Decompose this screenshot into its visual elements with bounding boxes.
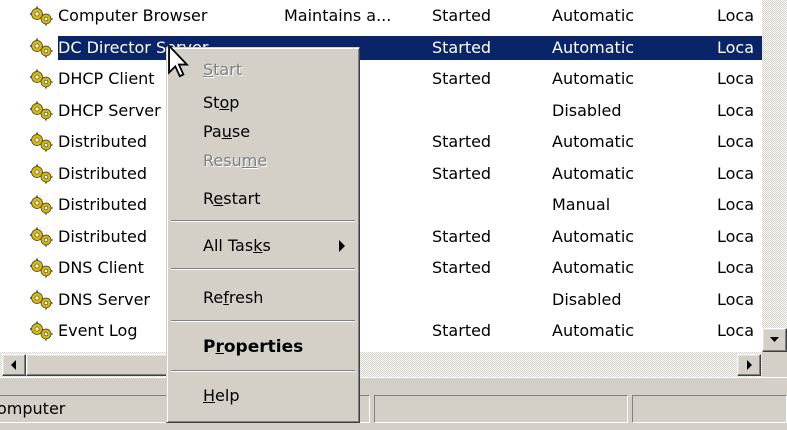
arrow-cursor-icon: [168, 44, 190, 78]
service-row[interactable]: Event Logent...StartedAutomaticLoca: [0, 317, 762, 345]
scroll-down-arrow-icon: [770, 337, 779, 342]
service-gear-icon: [30, 69, 53, 89]
service-row[interactable]: Computer Browser Maintains a... Started Aut…: [0, 2, 762, 30]
service-row[interactable]: Distributedte...StartedAutomaticLoca: [0, 223, 762, 251]
scroll-right-button[interactable]: [737, 354, 761, 376]
service-status: Started: [432, 226, 492, 246]
service-startup: Automatic: [552, 37, 635, 57]
service-logon: Loca: [717, 258, 755, 277]
service-row[interactable]: DNS Clients a...StartedAutomaticLoca: [0, 254, 762, 282]
service-gear-icon: [30, 195, 53, 215]
service-logon: Loca: [717, 163, 755, 183]
menu-separator: [171, 370, 355, 372]
scroll-down-button[interactable]: [762, 328, 787, 352]
vertical-scrollbar[interactable]: [762, 0, 787, 352]
service-gear-icon: [30, 227, 53, 246]
service-gear-icon: [30, 290, 53, 309]
service-status: Started: [432, 163, 492, 183]
service-startup: Disabled: [552, 289, 622, 309]
scroll-left-arrow-icon: [11, 360, 16, 370]
service-startup: Automatic: [552, 226, 635, 246]
service-row[interactable]: DC Director Server Started Automatic Loca: [0, 34, 762, 62]
service-gear-icon: [30, 321, 53, 341]
menu-item-properties[interactable]: Properties: [203, 337, 303, 357]
menu-separator: [171, 320, 355, 322]
service-logon: Loca: [717, 6, 755, 25]
service-startup: Automatic: [552, 69, 635, 88]
service-gear-icon: [30, 258, 53, 278]
service-gear-icon: [30, 132, 53, 152]
service-startup: Manual: [552, 195, 611, 214]
service-startup: Automatic: [552, 321, 635, 340]
menu-separator: [171, 220, 355, 222]
service-row[interactable]: DNS Serverq...DisabledLoca: [0, 286, 762, 314]
service-row[interactable]: Distributeds lo...StartedAutomaticLoca: [0, 128, 762, 156]
menu-item-resume[interactable]: Resume: [203, 151, 267, 171]
service-status: [432, 97, 522, 125]
service-name: Computer Browser: [58, 6, 208, 25]
service-status: Started: [432, 132, 492, 151]
status-text: omputer: [0, 399, 66, 418]
service-startup: Automatic: [552, 258, 635, 277]
service-status: [432, 286, 522, 314]
service-status: Started: [432, 258, 492, 277]
service-startup: Automatic: [552, 132, 635, 151]
context-menu: Start Stop Pause Resume Restart All Task…: [166, 47, 360, 423]
menu-item-pause[interactable]: Pause: [203, 122, 250, 142]
service-logon: Loca: [717, 321, 755, 340]
service-status: Started: [432, 37, 492, 57]
service-status: Started: [432, 321, 492, 340]
menu-item-restart[interactable]: Restart: [203, 189, 261, 209]
menu-item-start[interactable]: Start: [203, 60, 242, 80]
status-bar: omputer: [0, 377, 787, 430]
service-gear-icon: [30, 38, 53, 57]
submenu-arrow-icon: [339, 240, 345, 252]
service-logon: Loca: [717, 37, 755, 57]
services-list[interactable]: Computer Browser Maintains a... Started Aut…: [0, 0, 787, 377]
service-startup: Automatic: [552, 6, 635, 25]
service-logon: Loca: [717, 132, 755, 151]
service-row[interactable]: DHCP Clients n...StartedAutomaticLoca: [0, 65, 762, 93]
status-pane-3: [632, 395, 787, 423]
status-pane-2: [374, 395, 628, 423]
service-logon: Loca: [717, 289, 755, 309]
service-gear-icon: [30, 6, 53, 26]
service-status: Started: [432, 6, 492, 25]
service-gear-icon: [30, 164, 53, 183]
menu-item-help[interactable]: Help: [203, 386, 239, 406]
service-row[interactable]: DHCP Serverd...DisabledLoca: [0, 97, 762, 125]
menu-item-stop[interactable]: Stop: [203, 93, 239, 113]
menu-item-all-tasks[interactable]: All Tasks: [203, 236, 271, 256]
menu-separator: [171, 268, 355, 270]
service-status: [432, 191, 522, 219]
service-row[interactable]: Distributedfo...ManualLoca: [0, 191, 762, 219]
service-logon: Loca: [717, 195, 755, 214]
scrollbar-corner: [762, 352, 787, 377]
service-gear-icon: [30, 101, 53, 120]
service-row[interactable]: Distributedotif...StartedAutomaticLoca: [0, 160, 762, 188]
service-description: Maintains a...: [284, 6, 392, 25]
service-logon: Loca: [717, 100, 755, 120]
service-startup: Disabled: [552, 100, 622, 120]
service-logon: Loca: [717, 69, 755, 88]
service-status: Started: [432, 69, 492, 88]
scroll-left-button[interactable]: [2, 354, 26, 376]
service-logon: Loca: [717, 226, 755, 246]
service-startup: Automatic: [552, 163, 635, 183]
scroll-right-arrow-icon: [747, 360, 752, 370]
menu-item-refresh[interactable]: Refresh: [203, 288, 263, 308]
